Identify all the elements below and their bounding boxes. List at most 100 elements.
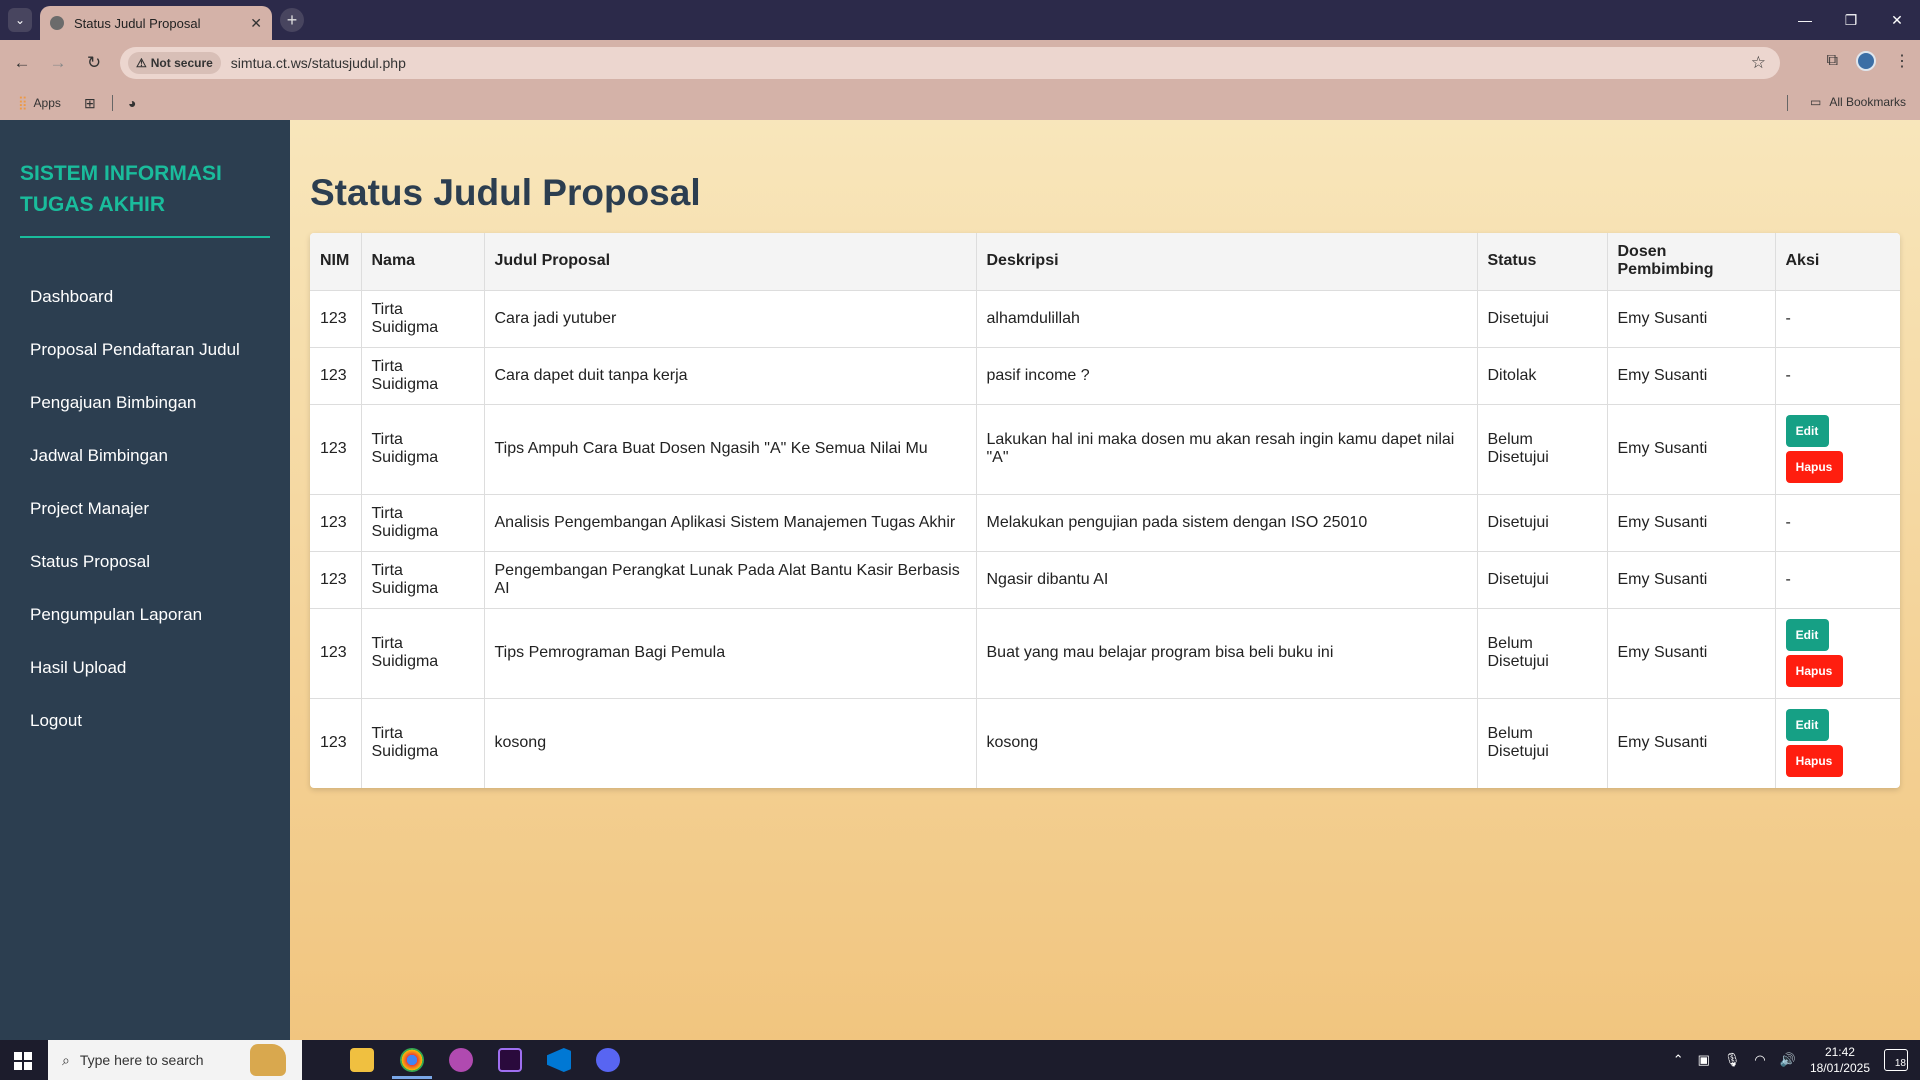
sidebar-item-jadwal-bimbingan[interactable]: Jadwal Bimbingan [0,429,290,482]
premiere-pro-icon[interactable] [498,1048,522,1072]
tab-groups-icon[interactable]: ⊞ [84,95,96,112]
cell-status: Disetujui [1476,551,1607,609]
column-header-dosen: Dosen Pembimbing [1606,233,1775,291]
folder-icon: ▭ [1809,95,1822,109]
discord-icon[interactable] [596,1048,620,1072]
profile-avatar[interactable] [1856,51,1876,71]
sidebar-item-pengajuan-bimbingan[interactable]: Pengajuan Bimbingan [0,376,290,429]
all-bookmarks-label: All Bookmarks [1829,95,1906,109]
clock[interactable]: 21:42 18/01/2025 [1810,1044,1870,1076]
sidebar-item-hasil-upload[interactable]: Hasil Upload [0,641,290,694]
windows-start-icon[interactable] [14,1052,32,1070]
search-highlight-icon [250,1044,286,1076]
cell-dosen: Emy Susanti [1606,494,1775,552]
sidebar-item-dashboard[interactable]: Dashboard [0,270,290,323]
reload-icon[interactable]: ↻ [82,51,106,75]
brand-title: SISTEM INFORMASI TUGAS AKHIR [20,158,270,238]
table-row: 123 Tirta Suidigma Pengembangan Perangka… [310,551,1900,609]
tab-title: Status Judul Proposal [74,15,201,31]
browser-tabbar: ⌄ Status Judul Proposal ✕ + — ❐ ✕ [0,0,1920,40]
notification-center-icon[interactable]: 18 [1884,1049,1908,1071]
cell-dosen: Emy Susanti [1606,290,1775,348]
table-row: 123 Tirta Suidigma Cara jadi yutuber alh… [310,290,1900,348]
media-app-icon[interactable] [449,1048,473,1072]
chevron-up-icon[interactable]: ⌃ [1673,1052,1684,1068]
forward-arrow-icon[interactable]: → [46,51,70,75]
cell-nama: Tirta Suidigma [360,698,484,788]
wifi-icon[interactable]: ◠ [1754,1052,1765,1068]
sidebar-item-proposal-pendaftaran-judul[interactable]: Proposal Pendaftaran Judul [0,323,290,376]
edit-button[interactable]: Edit [1785,709,1829,742]
sidebar-item-status-proposal[interactable]: Status Proposal [0,535,290,588]
not-secure-badge[interactable]: ⚠ Not secure [128,52,221,74]
close-tab-icon[interactable]: ✕ [250,15,262,32]
cell-status: Ditolak [1476,347,1607,405]
main-content: Status Judul Proposal NIM Nama Judul Pro… [290,120,1920,1040]
cell-deskripsi: Lakukan hal ini maka dosen mu akan resah… [975,404,1477,495]
apps-bookmark[interactable]: ⣿ Apps [18,95,61,111]
edit-button[interactable]: Edit [1785,415,1829,447]
cell-aksi: - [1774,347,1900,405]
cell-status: Belum Disetujui [1476,698,1607,788]
edit-button[interactable]: Edit [1785,619,1829,651]
minimize-icon[interactable]: — [1782,0,1828,40]
active-app-indicator [392,1076,432,1079]
close-window-icon[interactable]: ✕ [1874,0,1920,40]
cell-status: Belum Disetujui [1476,404,1607,495]
sidebar-item-pengumpulan-laporan[interactable]: Pengumpulan Laporan [0,588,290,641]
search-icon: ⌕ [62,1051,70,1068]
cell-dosen: Emy Susanti [1606,347,1775,405]
clock-date: 18/01/2025 [1809,1061,1870,1075]
table-row: 123 Tirta Suidigma Cara dapet duit tanpa… [310,347,1900,405]
proposal-table-container: NIM Nama Judul Proposal Deskripsi Status… [310,233,1900,788]
taskbar-search[interactable]: ⌕ Type here to search [48,1040,302,1080]
delete-button[interactable]: Hapus [1785,745,1843,778]
cell-aksi: Edit Hapus [1774,404,1900,495]
cell-deskripsi: pasif income ? [975,347,1477,405]
delete-button[interactable]: Hapus [1785,655,1843,687]
bookmark-star-icon[interactable]: ☆ [1751,53,1766,73]
table-header-row: NIM Nama Judul Proposal Deskripsi Status… [310,233,1900,291]
cell-judul: Pengembangan Perangkat Lunak Pada Alat B… [483,551,976,609]
cell-status: Disetujui [1476,290,1607,348]
menu-dots-icon[interactable]: ⋮ [1894,51,1910,71]
table-row: 123 Tirta Suidigma kosong kosong Belum D… [310,698,1900,788]
cell-deskripsi: kosong [975,698,1477,788]
globe-bookmark-icon[interactable]: ◕ [128,95,136,111]
sidebar-item-logout[interactable]: Logout [0,694,290,747]
cell-nama: Tirta Suidigma [360,347,484,405]
column-header-judul: Judul Proposal [483,233,976,291]
cell-nim: 123 [310,347,361,405]
proposal-table: NIM Nama Judul Proposal Deskripsi Status… [310,233,1900,788]
cell-aksi: - [1774,290,1900,348]
apps-grid-icon: ⣿ [18,95,28,110]
all-bookmarks[interactable]: ▭ All Bookmarks [1810,95,1906,109]
sidebar-item-project-manajer[interactable]: Project Manajer [0,482,290,535]
cell-dosen: Emy Susanti [1606,404,1775,495]
microphone-icon[interactable]: 🎙 [1724,1052,1741,1068]
system-tray: ⌃ ▣ 🎙 ◠ 🔊 21:42 18/01/2025 18 [1673,1040,1920,1080]
windows-taskbar: ⌕ Type here to search ⌃ ▣ 🎙 ◠ 🔊 21:42 18… [0,1040,1920,1080]
extensions-icon[interactable]: ⧉ [1827,52,1838,70]
file-explorer-icon[interactable] [350,1048,374,1072]
column-header-nim: NIM [310,233,361,291]
new-tab-button[interactable]: + [280,8,304,32]
url-text: simtua.ct.ws/statusjudul.php [230,55,406,71]
back-arrow-icon[interactable]: ← [10,51,34,75]
restore-icon[interactable]: ❐ [1828,0,1874,40]
camera-icon[interactable]: ▣ [1698,1052,1710,1068]
cell-deskripsi: alhamdulillah [975,290,1477,348]
volume-icon[interactable]: 🔊 [1780,1052,1796,1068]
cell-dosen: Emy Susanti [1606,551,1775,609]
address-bar[interactable]: ⚠ Not secure simtua.ct.ws/statusjudul.php… [120,47,1780,79]
delete-button[interactable]: Hapus [1785,451,1843,483]
search-placeholder: Type here to search [79,1052,204,1068]
browser-tab[interactable]: Status Judul Proposal ✕ [40,6,272,40]
chrome-icon[interactable] [400,1048,424,1072]
vscode-icon[interactable] [547,1048,571,1072]
cell-judul: Tips Ampuh Cara Buat Dosen Ngasih "A" Ke… [483,404,976,495]
cell-judul: kosong [483,698,976,788]
cell-nim: 123 [310,404,361,495]
table-row: 123 Tirta Suidigma Analisis Pengembangan… [310,494,1900,552]
tab-search-button[interactable]: ⌄ [8,8,32,32]
